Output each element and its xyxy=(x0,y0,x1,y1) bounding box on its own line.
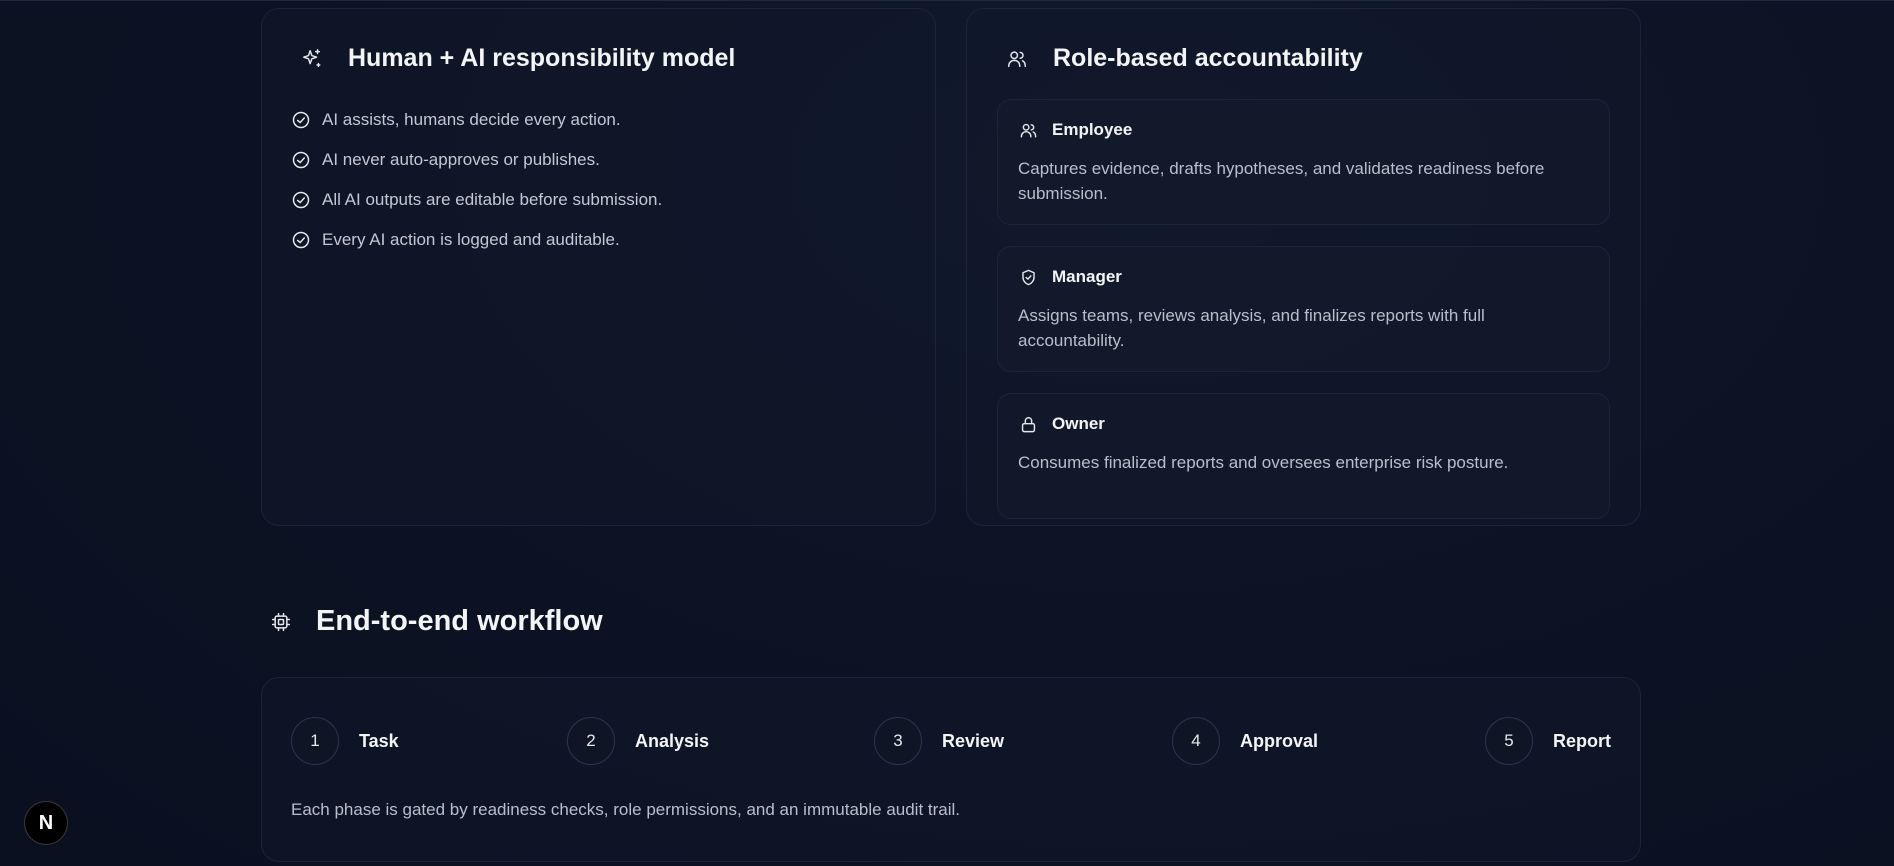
check-circle-icon xyxy=(290,189,312,211)
role-card-manager: Manager Assigns teams, reviews analysis,… xyxy=(997,246,1610,372)
list-item-text: Every AI action is logged and auditable. xyxy=(322,230,620,249)
roles-title: Role-based accountability xyxy=(1005,44,1363,73)
dev-badge-label: N xyxy=(38,811,54,834)
step-number: 3 xyxy=(874,717,922,765)
workflow-step-approval: 4 Approval xyxy=(1172,717,1318,765)
responsibility-list: AI assists, humans decide every action. … xyxy=(290,100,662,260)
roles-title-text: Role-based accountability xyxy=(1053,44,1363,72)
step-label: Task xyxy=(359,730,399,751)
workflow-title-text: End-to-end workflow xyxy=(316,605,603,637)
shield-check-icon xyxy=(1018,267,1038,287)
list-item: Every AI action is logged and auditable. xyxy=(290,220,662,260)
step-number: 2 xyxy=(567,717,615,765)
check-circle-icon xyxy=(290,109,312,131)
role-card-employee: Employee Captures evidence, drafts hypot… xyxy=(997,99,1610,225)
responsibility-title: Human + AI responsibility model xyxy=(300,44,735,73)
users-icon xyxy=(1018,120,1038,140)
responsibility-title-text: Human + AI responsibility model xyxy=(348,44,736,72)
workflow-title: End-to-end workflow xyxy=(270,605,603,638)
role-description: Consumes finalized reports and oversees … xyxy=(1018,453,1509,472)
list-item: AI never auto-approves or publishes. xyxy=(290,140,662,180)
top-divider xyxy=(0,0,1894,1)
workflow-step-task: 1 Task xyxy=(291,717,399,765)
step-label: Approval xyxy=(1240,730,1319,751)
step-number: 5 xyxy=(1485,717,1533,765)
workflow-step-analysis: 2 Analysis xyxy=(567,717,709,765)
role-card-owner: Owner Consumes finalized reports and ove… xyxy=(997,393,1610,519)
step-label: Report xyxy=(1553,730,1611,751)
responsibility-card xyxy=(261,8,936,526)
list-item-text: AI assists, humans decide every action. xyxy=(322,110,621,129)
check-circle-icon xyxy=(290,149,312,171)
nextjs-logo-icon[interactable]: N xyxy=(24,801,68,845)
step-label: Review xyxy=(942,730,1005,751)
step-number: 1 xyxy=(291,717,339,765)
role-name: Owner xyxy=(1052,414,1105,433)
workflow-step-report: 5 Report xyxy=(1485,717,1611,765)
lock-icon xyxy=(1018,414,1038,434)
list-item: All AI outputs are editable before submi… xyxy=(290,180,662,220)
role-name: Manager xyxy=(1052,267,1122,286)
step-label: Analysis xyxy=(635,730,710,751)
list-item: AI assists, humans decide every action. xyxy=(290,100,662,140)
sparkles-icon xyxy=(300,47,324,71)
role-description: Assigns teams, reviews analysis, and fin… xyxy=(1018,306,1485,350)
role-description: Captures evidence, drafts hypotheses, an… xyxy=(1018,159,1545,203)
check-circle-icon xyxy=(290,229,312,251)
role-name: Employee xyxy=(1052,120,1133,139)
workflow-footnote: Each phase is gated by readiness checks,… xyxy=(291,800,961,819)
list-item-text: AI never auto-approves or publishes. xyxy=(322,150,600,169)
users-icon xyxy=(1005,47,1029,71)
workflow-step-review: 3 Review xyxy=(874,717,1004,765)
cpu-icon xyxy=(270,611,292,633)
workflow-card xyxy=(261,677,1641,862)
list-item-text: All AI outputs are editable before submi… xyxy=(322,190,663,209)
step-number: 4 xyxy=(1172,717,1220,765)
